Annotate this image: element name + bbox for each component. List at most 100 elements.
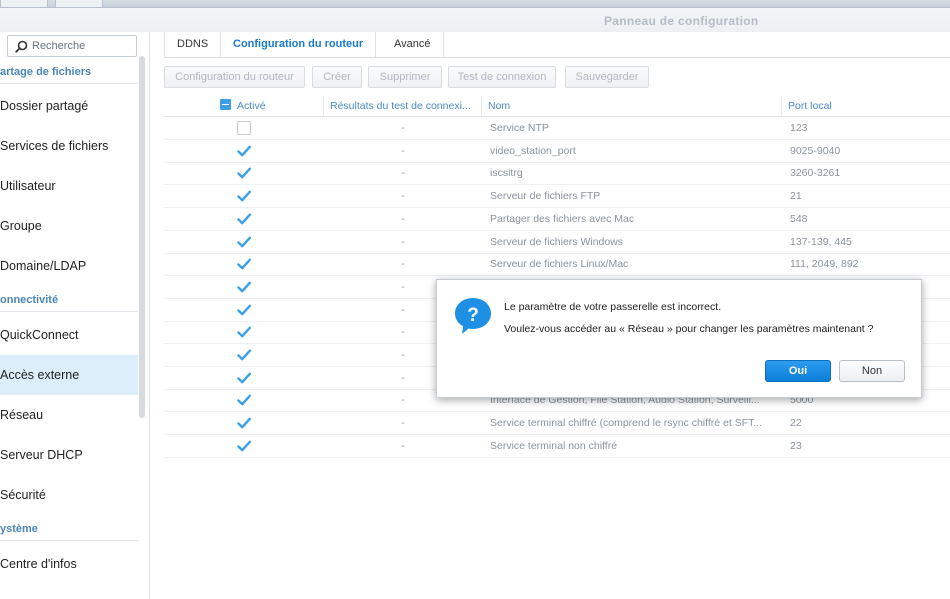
table-row[interactable]: - Service NTP 123 (164, 117, 950, 140)
confirm-dialog: ? Le paramètre de votre passerelle est i… (436, 279, 922, 398)
question-icon: ? (455, 298, 491, 334)
cell-port: 137-139, 445 (790, 235, 852, 248)
table-row[interactable]: - iscsitrg 3260-3261 (164, 162, 950, 186)
router-config-button[interactable]: Configuration du routeur (164, 66, 305, 88)
dialog-message-line1: Le paramètre de votre passerelle est inc… (504, 301, 722, 313)
cell-result: - (401, 167, 405, 180)
cell-port: 9025-9040 (790, 144, 841, 157)
search-box[interactable]: Recherche (7, 35, 137, 57)
row-checkbox-checked[interactable] (237, 257, 251, 271)
sidebar-item-quickconnect[interactable]: QuickConnect (0, 315, 138, 355)
table-row[interactable]: - Service terminal chiffré (comprend le r… (164, 412, 950, 436)
cell-name: Serveur de fichiers FTP (490, 190, 601, 203)
sidebar-item-user[interactable]: Utilisateur (0, 166, 138, 206)
checkmark-icon (237, 394, 251, 406)
table-row[interactable]: - video_station_port 9025-9040 (164, 140, 950, 163)
cell-port: 22 (790, 417, 802, 430)
cell-result: - (401, 212, 405, 225)
sidebar-item-dhcp-server[interactable]: Serveur DHCP (0, 435, 138, 475)
sidebar-section-system: ystème (0, 517, 138, 541)
tab-router-config[interactable]: Configuration du routeur (221, 32, 377, 58)
sidebar-scrollbar[interactable] (139, 56, 145, 418)
tab-advanced[interactable]: Avancé (382, 32, 444, 58)
cell-result: - (401, 258, 405, 271)
cell-name: video_station_port (490, 144, 576, 157)
svg-text:?: ? (467, 305, 479, 326)
cell-result: - (401, 190, 405, 203)
cell-name: Service terminal chiffré (comprend le rs… (490, 417, 763, 430)
row-checkbox-checked[interactable] (237, 325, 251, 339)
cell-port: 111, 2049, 892 (790, 258, 859, 271)
sidebar-section-connectivity: onnectivité (0, 288, 138, 312)
column-header-enabled-label: Activé (237, 100, 266, 112)
row-checkbox-checked[interactable] (237, 212, 251, 226)
sidebar-item-file-services[interactable]: Services de fichiers (0, 126, 138, 166)
checkmark-icon (237, 258, 251, 270)
save-button[interactable]: Sauvegarder (565, 66, 649, 88)
row-checkbox-unchecked[interactable] (237, 121, 251, 135)
checkmark-icon (237, 349, 251, 361)
row-checkbox-checked[interactable] (237, 439, 251, 453)
table-row[interactable]: - Service terminal non chiffré 23 (164, 435, 950, 458)
column-header-name[interactable]: Nom (482, 96, 782, 117)
search-icon (15, 40, 28, 53)
row-checkbox-checked[interactable] (237, 144, 251, 158)
checkmark-icon (237, 372, 251, 384)
connection-test-button[interactable]: Test de connexion (448, 66, 556, 88)
cell-name: Service NTP (490, 122, 549, 134)
title-bar: Panneau de configuration (0, 8, 950, 32)
cell-port: 23 (790, 439, 802, 452)
checkmark-icon (237, 281, 251, 293)
checkmark-icon (237, 440, 251, 452)
sidebar-item-group[interactable]: Groupe (0, 206, 138, 246)
column-header-port[interactable]: Port local (782, 96, 950, 117)
row-checkbox-checked[interactable] (237, 189, 251, 203)
sidebar-item-domain-ldap[interactable]: Domaine/LDAP (0, 246, 138, 286)
checkmark-icon (237, 417, 251, 429)
window-tab-stub[interactable] (55, 0, 103, 7)
table-row[interactable]: - Serveur de fichiers Windows 137-139, 445 (164, 231, 950, 254)
yes-button[interactable]: Oui (765, 360, 831, 382)
cell-result: - (401, 439, 405, 452)
row-checkbox-checked[interactable] (237, 166, 251, 180)
row-checkbox-checked[interactable] (237, 235, 251, 249)
row-checkbox-checked[interactable] (237, 393, 251, 407)
cell-result: - (401, 122, 405, 134)
row-checkbox-checked[interactable] (237, 416, 251, 430)
sidebar-item-security[interactable]: Sécurité (0, 475, 138, 515)
table-header: Activé Résultats du test de connexi... N… (164, 96, 950, 117)
sidebar-section-file-sharing: artage de fichiers (0, 60, 138, 84)
window-tab-stub[interactable] (0, 0, 48, 7)
create-button[interactable]: Créer (312, 66, 362, 88)
search-input[interactable]: Recherche (32, 40, 85, 52)
cell-port: 548 (790, 212, 808, 225)
row-checkbox-checked[interactable] (237, 371, 251, 385)
sidebar-item-external-access[interactable]: Accès externe (0, 355, 138, 395)
window-title: Panneau de configuration (604, 14, 759, 28)
column-header-result[interactable]: Résultats du test de connexi... (324, 96, 482, 117)
cell-name: Serveur de fichiers Linux/Mac (490, 258, 629, 271)
sidebar: Recherche artage de fichiers Dossier par… (0, 32, 150, 599)
no-button[interactable]: Non (839, 360, 905, 382)
table-row[interactable]: - Serveur de fichiers Linux/Mac 111, 2049,… (164, 253, 950, 277)
column-header-enabled[interactable]: Activé (214, 96, 324, 117)
cell-port: 123 (790, 122, 808, 134)
cell-port: 21 (790, 190, 802, 203)
tab-ddns[interactable]: DDNS (164, 32, 222, 58)
delete-button[interactable]: Supprimer (368, 66, 442, 88)
cell-name: iscsitrg (490, 167, 523, 180)
select-all-minus-icon[interactable] (220, 99, 231, 110)
cell-name: Service terminal non chiffré (490, 439, 618, 452)
checkmark-icon (237, 326, 251, 338)
row-checkbox-checked[interactable] (237, 348, 251, 362)
checkmark-icon (237, 236, 251, 247)
sidebar-item-network[interactable]: Réseau (0, 395, 138, 435)
table-row[interactable]: - Serveur de fichiers FTP 21 (164, 185, 950, 209)
sidebar-item-info-center[interactable]: Centre d'infos (0, 544, 138, 584)
sidebar-item-shared-folder[interactable]: Dossier partagé (0, 86, 138, 126)
table-row[interactable]: - Partager des fichiers avec Mac 548 (164, 208, 950, 231)
checkmark-icon (237, 213, 251, 225)
checkmark-icon (237, 145, 251, 157)
row-checkbox-checked[interactable] (237, 280, 251, 294)
row-checkbox-checked[interactable] (237, 303, 251, 317)
